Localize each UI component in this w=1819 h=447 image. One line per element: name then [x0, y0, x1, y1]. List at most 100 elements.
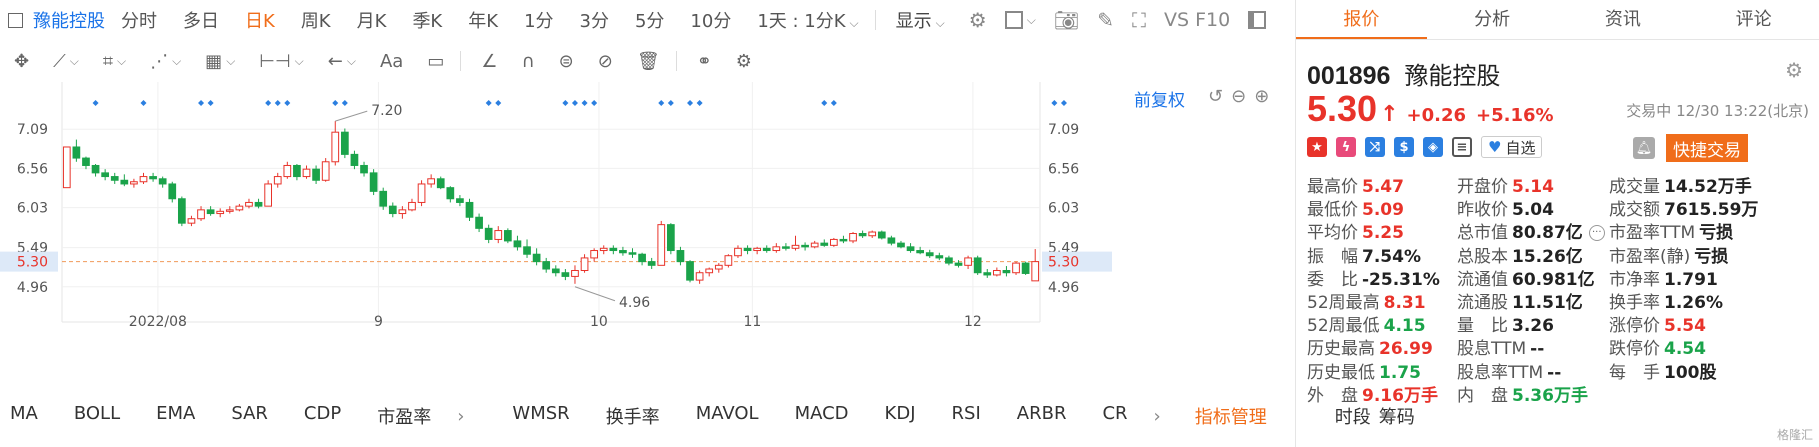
more-icon[interactable]: ···	[1588, 225, 1605, 242]
interval-select-label: 1天 : 1分K	[757, 11, 846, 32]
timeframe-tab[interactable]: 多日	[183, 7, 219, 33]
compare-box-icon[interactable]: ⌵	[1004, 11, 1036, 29]
candle-down	[484, 227, 493, 240]
kline-chart[interactable]: 7.09 7.09 6.56 6.56 6.03 6.03 5.49 5.49 4.96 4.96…	[0, 82, 1293, 402]
text-tool-icon[interactable]: Aa	[380, 51, 403, 72]
indicator-tab[interactable]: CR	[1102, 403, 1127, 429]
candle-down	[101, 172, 110, 178]
fullscreen-icon[interactable]: ⛶	[1132, 8, 1146, 32]
price-change: +0.26	[1406, 105, 1467, 126]
chevron-right-icon[interactable]: ›	[1154, 406, 1161, 427]
event-marker-diamond	[591, 100, 598, 106]
stat-item: 开盘价 5.14	[1457, 172, 1554, 197]
settings-gear-icon[interactable]: ⚙	[969, 8, 987, 32]
price-block: 5.30 ↑ +0.26 +5.16%	[1307, 88, 1554, 130]
timeframe-tab[interactable]: 年K	[468, 7, 498, 33]
link-icon[interactable]: ⚭	[697, 51, 712, 72]
bell-icon[interactable]: 🔔︎	[1633, 137, 1655, 159]
polyline-tool-icon[interactable]: ⌗ ⌵	[103, 51, 126, 72]
stat-item: 历史最高 26.99	[1307, 334, 1433, 360]
timeframe-tab[interactable]: 1分	[524, 7, 553, 33]
candle-up	[216, 210, 225, 215]
timeframe-tab[interactable]: 季K	[412, 7, 442, 33]
gear-icon[interactable]: ⚙	[1785, 58, 1803, 82]
stat-value: 7.54%	[1362, 246, 1421, 267]
indicator-tab[interactable]: KDJ	[885, 403, 916, 429]
tab-3[interactable]: 评论	[1688, 0, 1819, 39]
angle-tool-icon[interactable]: ∠	[481, 51, 497, 72]
chevron-right-icon[interactable]: ›	[457, 406, 464, 427]
tab-0[interactable]: 报价	[1296, 0, 1427, 39]
line-tool-icon[interactable]: ⟋ ⌵	[53, 51, 79, 72]
stat-value: 1.26%	[1664, 293, 1723, 313]
timeframe-tab[interactable]: 月K	[357, 7, 387, 33]
timeframe-tab[interactable]: 周K	[301, 7, 331, 33]
zoom-in-icon[interactable]: ⊕	[1254, 86, 1269, 107]
stat-label: 历史最高	[1307, 339, 1375, 360]
range-tool-icon[interactable]: ⊢⊣ ⌵	[259, 51, 303, 72]
display-menu[interactable]: 显示 ⌵	[896, 7, 945, 33]
shuffle-icon[interactable]: ⤨	[1365, 137, 1385, 157]
reset-icon[interactable]: ↺	[1208, 86, 1223, 107]
fib-tool-icon[interactable]: ▦ ⌵	[205, 51, 235, 72]
stat-item: 成交量 14.52万手	[1609, 172, 1752, 197]
camera-icon[interactable]: 📷︎	[1054, 8, 1079, 32]
lock-drawings-icon[interactable]: ⊜	[559, 51, 574, 72]
candle-down	[360, 164, 368, 174]
indicator-tab[interactable]: MACD	[795, 403, 849, 429]
note-tool-icon[interactable]: ▭	[427, 51, 444, 72]
indicator-tab[interactable]: MA	[10, 403, 38, 429]
indicator-tab[interactable]: 市盈率	[377, 403, 431, 429]
stock-name-link[interactable]: 豫能控股	[33, 7, 105, 33]
lightning-icon[interactable]: ϟ	[1336, 137, 1356, 157]
zoom-out-icon[interactable]: ⊖	[1231, 86, 1246, 107]
y-tick-label-right: 6.03	[1048, 201, 1079, 217]
move-icon[interactable]: ✥	[14, 51, 29, 72]
timeframe-tab[interactable]: 分时	[121, 7, 157, 33]
magnet-icon[interactable]: ∩	[521, 51, 534, 72]
pencil-icon[interactable]: ✎	[1097, 8, 1114, 32]
indicator-tab[interactable]: 换手率	[606, 403, 660, 429]
indicator-tab[interactable]: CDP	[304, 403, 341, 429]
indicator-tab[interactable]: EMA	[156, 403, 195, 429]
timeframe-tab[interactable]: 3分	[580, 7, 609, 33]
notes-icon[interactable]: ≡	[1452, 137, 1472, 157]
china-flag-icon[interactable]: ★	[1307, 137, 1327, 157]
interval-select[interactable]: 1天 : 1分K ⌵	[757, 7, 858, 33]
indicator-manage-link[interactable]: 指标管理	[1195, 403, 1267, 429]
quick-trade-button[interactable]: 快捷交易	[1666, 134, 1748, 162]
hide-drawings-icon[interactable]: ⊘	[598, 51, 613, 72]
tab-1[interactable]: 分析	[1427, 0, 1558, 39]
indicator-tab[interactable]: ARBR	[1017, 403, 1067, 429]
dollar-icon[interactable]: $	[1394, 137, 1414, 157]
adjust-mode-link[interactable]: 前复权	[1134, 86, 1185, 111]
drawing-settings-icon[interactable]: ⚙	[736, 51, 752, 72]
timeframe-tab[interactable]: 10分	[690, 7, 731, 33]
timeframe-tab[interactable]: 5分	[635, 7, 664, 33]
indicator-tab[interactable]: WMSR	[512, 403, 569, 429]
wave-tool-icon[interactable]: ⋰ ⌵	[150, 51, 181, 72]
candle-down	[877, 231, 886, 239]
arrow-tool-icon[interactable]: ← ⌵	[328, 51, 356, 72]
toolbar-divider	[460, 51, 462, 71]
indicator-tab[interactable]: BOLL	[74, 403, 120, 429]
stock-checkbox[interactable]	[8, 12, 23, 28]
trash-icon[interactable]: 🗑︎	[637, 51, 660, 72]
stat-value: 5.09	[1362, 200, 1404, 221]
display-menu-label: 显示	[895, 11, 932, 32]
indicator-tab[interactable]: SAR	[231, 403, 268, 429]
candle-up	[225, 209, 234, 212]
timeframe-tab[interactable]: 日K	[245, 7, 275, 33]
indicator-tab[interactable]: MAVOL	[696, 403, 759, 429]
sidebar-toggle-icon[interactable]	[1248, 11, 1267, 29]
event-marker-diamond	[140, 100, 147, 106]
candle-down	[820, 242, 829, 246]
candle-up	[494, 230, 503, 240]
vs-f10-button[interactable]: VS F10	[1164, 9, 1230, 31]
stat-item: 委 比 -25.31%	[1307, 265, 1440, 290]
add-watchlist-button[interactable]: ♥ 自选	[1481, 136, 1543, 158]
tag-icon[interactable]: ◈	[1423, 137, 1443, 157]
indicator-tab[interactable]: RSI	[952, 403, 981, 429]
tab-2[interactable]: 资讯	[1558, 0, 1689, 39]
candle-down	[983, 272, 992, 276]
